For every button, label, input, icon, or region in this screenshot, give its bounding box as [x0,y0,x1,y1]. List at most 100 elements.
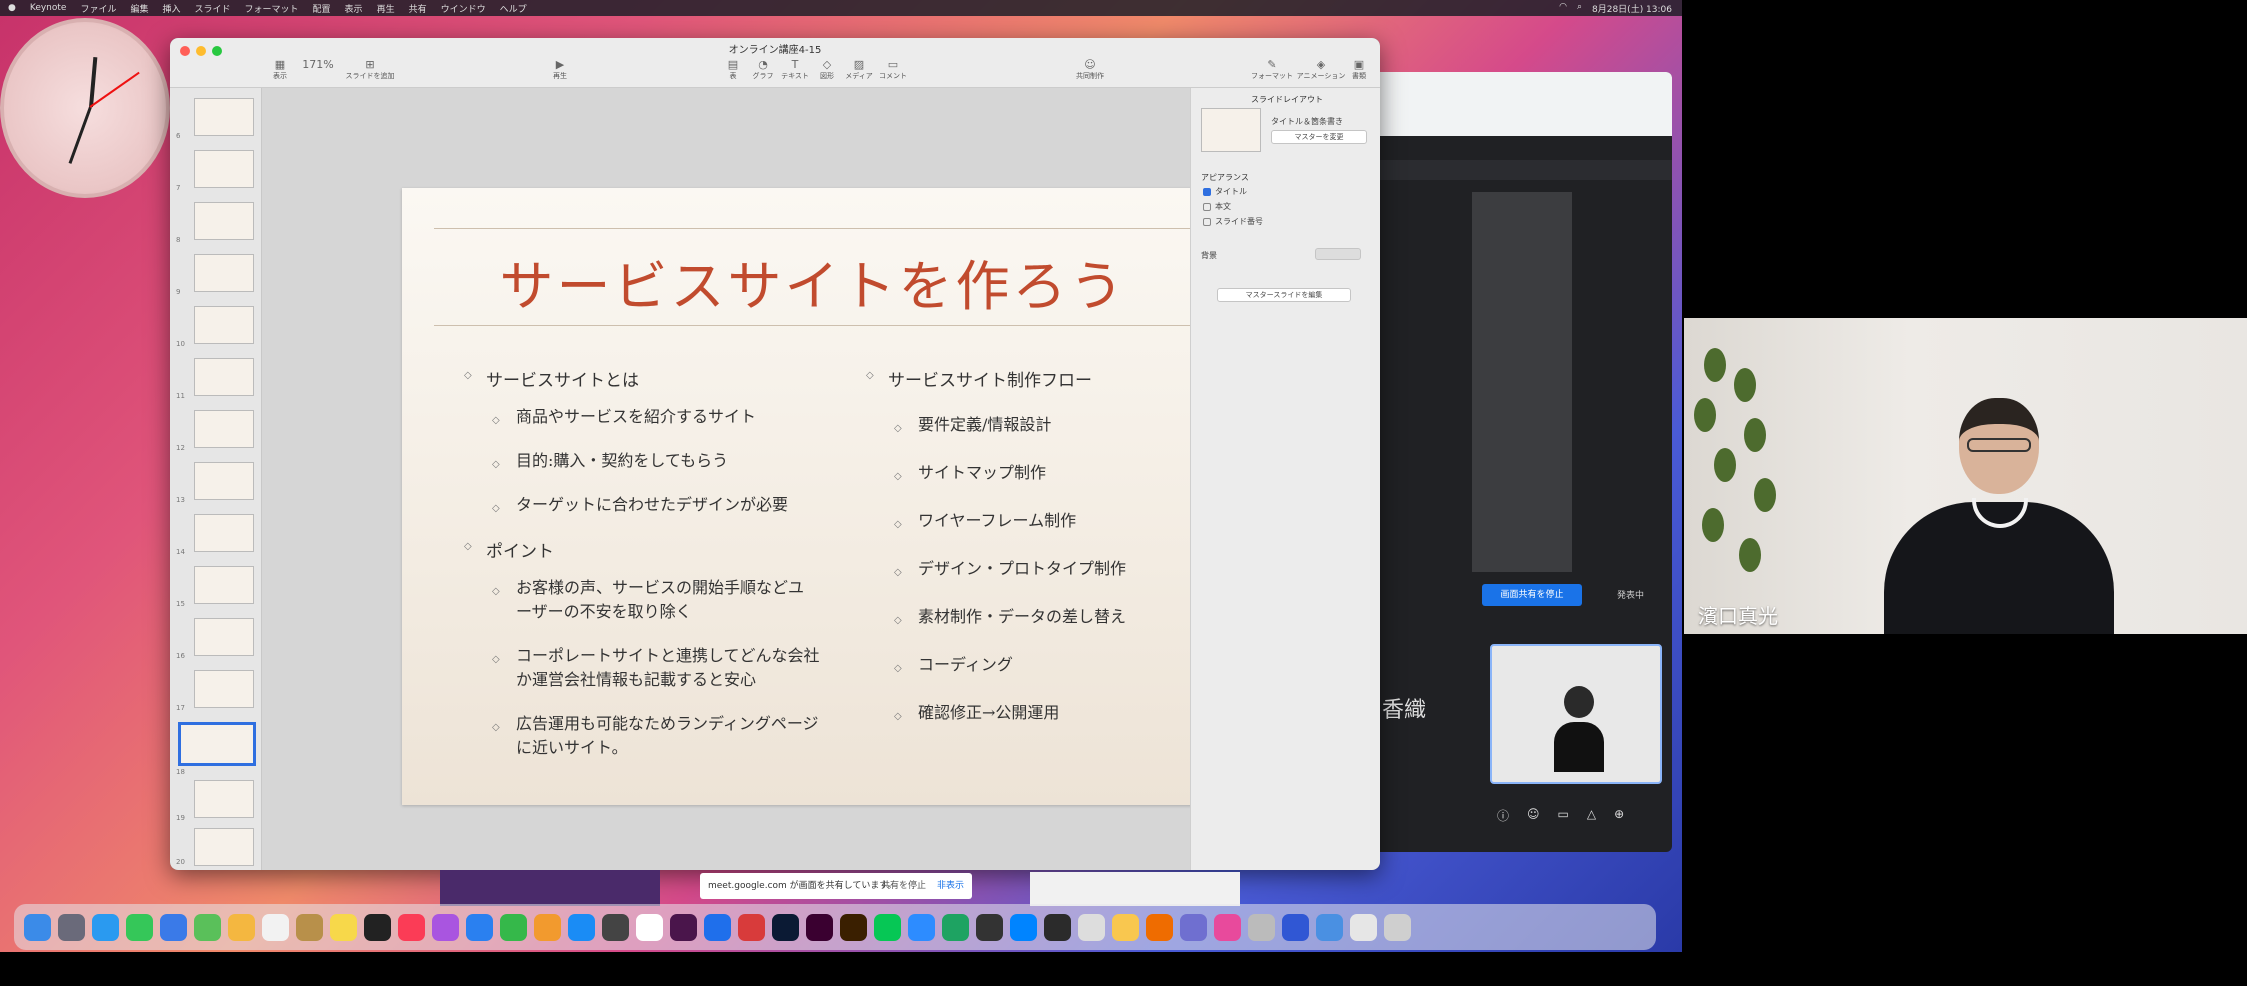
activities-icon[interactable]: △ [1587,807,1596,824]
slide-thumbnail[interactable] [194,566,254,604]
lock-icon[interactable]: ⊕ [1614,807,1624,824]
contacts-icon[interactable] [296,913,323,941]
stop-share-button[interactable]: 共有を停止 [881,873,926,899]
change-master-button[interactable]: マスターを変更 [1271,130,1367,144]
animate-button[interactable]: ◈ アニメーション [1296,58,1346,81]
info-icon[interactable]: ⓘ [1497,807,1509,824]
current-slide[interactable]: サービスサイトを作ろう サービスサイトとは 商品やサービスを紹介するサイト 目的… [402,188,1224,805]
mail-icon[interactable] [160,913,187,941]
chrome-icon[interactable] [636,913,663,941]
slide-thumbnail[interactable] [194,254,254,292]
tv-icon[interactable] [364,913,391,941]
menubar-item-view[interactable]: 表示 [345,2,363,15]
creative-cloud-icon[interactable] [1214,913,1241,941]
finder-icon[interactable] [24,913,51,941]
background-fill-swatch[interactable] [1315,248,1361,260]
line-icon[interactable] [874,913,901,941]
slide-thumbnail[interactable] [194,358,254,396]
slide-thumbnail-selected[interactable] [178,722,256,766]
preview-icon[interactable] [1180,913,1207,941]
launchpad-icon[interactable] [58,913,85,941]
add-slide-button[interactable]: ⊞ スライドを追加 [340,58,400,81]
menubar-item-file[interactable]: ファイル [80,2,116,15]
safari-icon[interactable] [92,913,119,941]
script-editor-icon[interactable] [1078,913,1105,941]
messages-icon[interactable] [126,913,153,941]
chat-icon[interactable]: ▭ [1558,807,1569,824]
slide-thumbnail[interactable] [194,306,254,344]
settings-icon[interactable] [602,913,629,941]
facetime-icon[interactable] [942,913,969,941]
comment-button[interactable]: ▭ コメント [876,58,910,81]
body-checkbox[interactable]: 本文 [1203,201,1231,212]
title-checkbox[interactable]: タイトル [1203,186,1247,197]
menubar-app[interactable]: Keynote [30,3,67,13]
podcasts-icon[interactable] [432,913,459,941]
xd-icon[interactable] [806,913,833,941]
vlc-icon[interactable] [1146,913,1173,941]
shape-button[interactable]: ◇ 図形 [812,58,842,81]
play-button[interactable]: ▶ 再生 [540,58,580,81]
wifi-icon[interactable]: ◠ [1559,2,1567,15]
figma-icon[interactable] [738,913,765,941]
zoom-button[interactable]: 171% [298,58,338,71]
messenger-icon[interactable] [1010,913,1037,941]
hide-toast-button[interactable]: 非表示 [937,873,964,899]
slide-thumbnail[interactable] [194,98,254,136]
slack-icon[interactable] [670,913,697,941]
slide-thumbnail[interactable] [194,150,254,188]
slide-thumbnail[interactable] [194,828,254,866]
format-button[interactable]: ✎ フォーマット [1250,58,1294,81]
photos-icon[interactable] [228,913,255,941]
vscode-icon[interactable] [704,913,731,941]
clock-app-icon[interactable] [1248,913,1275,941]
media-button[interactable]: ▨ メディア [842,58,876,81]
search-icon[interactable]: ⌕ [1577,2,1582,15]
notes-icon[interactable] [330,913,357,941]
stop-presenting-button[interactable]: 画面共有を停止 [1482,584,1582,606]
slide-number-checkbox[interactable]: スライド番号 [1203,216,1263,227]
menubar-item-share[interactable]: 共有 [409,2,427,15]
menubar-item-play[interactable]: 再生 [377,2,395,15]
slide-thumbnail[interactable] [194,202,254,240]
zoom-icon[interactable] [908,913,935,941]
slide-thumbnail[interactable] [194,670,254,708]
trash-icon[interactable] [1384,913,1411,941]
photoshop-icon[interactable] [772,913,799,941]
numbers-icon[interactable] [500,913,527,941]
collaborate-button[interactable]: ☺ 共同制作 [1070,58,1110,81]
documents-stack-icon[interactable] [1350,913,1377,941]
pages-icon[interactable] [534,913,561,941]
menubar-item-arrange[interactable]: 配置 [313,2,331,15]
right-bullet-column[interactable]: サービスサイト制作フロー 要件定義/情報設計 サイトマップ制作 ワイヤーフレーム… [862,366,1202,749]
app-store-icon[interactable] [568,913,595,941]
vectorworks-icon[interactable] [1282,913,1309,941]
view-button[interactable]: ▦ 表示 [260,58,300,81]
music-icon[interactable] [398,913,425,941]
slide-canvas[interactable]: サービスサイトを作ろう サービスサイトとは 商品やサービスを紹介するサイト 目的… [262,88,1224,870]
self-video-tile[interactable] [1490,644,1662,784]
menubar-item-window[interactable]: ウインドウ [441,2,486,15]
slide-title[interactable]: サービスサイトを作ろう [402,242,1224,321]
left-bullet-column[interactable]: サービスサイトとは 商品やサービスを紹介するサイト 目的:購入・契約をしてもらう… [460,366,820,780]
table-button[interactable]: ▤ 表 [718,58,748,81]
people-icon[interactable]: ☺ [1527,807,1540,824]
menubar-item-insert[interactable]: 挿入 [162,2,180,15]
layout-thumbnail[interactable] [1201,108,1261,152]
chart-button[interactable]: ◔ グラフ [748,58,778,81]
menubar-item-slide[interactable]: スライド [195,2,231,15]
edit-master-button[interactable]: マスタースライドを編集 [1217,288,1351,302]
terminal-icon[interactable] [976,913,1003,941]
slide-thumbnail[interactable] [194,462,254,500]
slide-thumbnail[interactable] [194,618,254,656]
menubar-item-format[interactable]: フォーマット [245,2,299,15]
menubar-clock[interactable]: 8月28日(土) 13:06 [1592,2,1672,15]
maps-icon[interactable] [194,913,221,941]
downloads-folder-icon[interactable] [1316,913,1343,941]
slide-thumbnail[interactable] [194,410,254,448]
text-button[interactable]: T テキスト [778,58,812,81]
illustrator-icon[interactable] [840,913,867,941]
slide-thumbnail[interactable] [194,514,254,552]
calendar-icon[interactable] [262,913,289,941]
activity-monitor-icon[interactable] [1044,913,1071,941]
